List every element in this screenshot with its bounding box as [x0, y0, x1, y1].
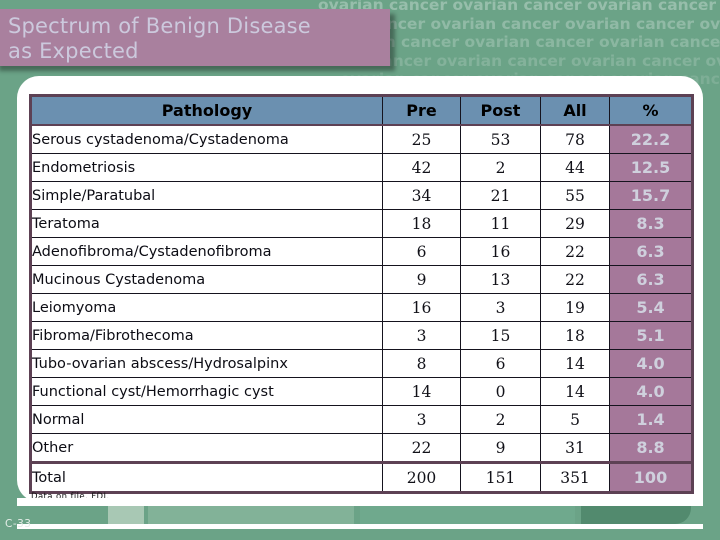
cell-all: 78 [540, 124, 610, 154]
table-row: Total 200 151 351 100 [30, 461, 693, 493]
cell-all: 19 [540, 293, 610, 322]
cell-percent: 22.2 [609, 124, 693, 154]
cell-post: 9 [460, 433, 541, 463]
column-header-pre: Pre [382, 95, 461, 126]
cell-all: 31 [540, 433, 610, 463]
table-row: Simple/Paratubal 34 21 55 15.7 [30, 181, 693, 210]
cell-pre: 3 [382, 405, 461, 434]
table-row: Leiomyoma 16 3 19 5.4 [30, 293, 693, 322]
cell-pathology: Teratoma [30, 209, 383, 238]
panel-bottom-band-lower [17, 524, 703, 529]
cell-percent: 12.5 [609, 153, 693, 182]
table-row: Teratoma 18 11 29 8.3 [30, 209, 693, 238]
slide-title-plate: Spectrum of Benign Disease as Expected [0, 9, 390, 66]
cell-percent: 1.4 [609, 405, 693, 434]
decoration-bar-2 [148, 506, 354, 524]
cell-pre: 8 [382, 349, 461, 378]
decoration-bar-1 [108, 506, 144, 524]
cell-post: 151 [460, 461, 541, 493]
table-row: Tubo-ovarian abscess/Hydrosalpinx 8 6 14 4.0 [30, 349, 693, 378]
cell-all: 22 [540, 265, 610, 294]
table-row: Serous cystadenoma/Cystadenoma 25 53 78 22.2 [30, 124, 693, 154]
cell-post: 6 [460, 349, 541, 378]
cell-pre: 42 [382, 153, 461, 182]
cell-pre: 18 [382, 209, 461, 238]
table-header-row: Pathology Pre Post All % [30, 95, 693, 126]
column-header-percent: % [609, 95, 693, 126]
cell-percent: 4.0 [609, 349, 693, 378]
cell-pathology: Functional cyst/Hemorrhagic cyst [30, 377, 383, 406]
decoration-bar-4 [581, 506, 691, 524]
cell-pathology: Endometriosis [30, 153, 383, 182]
cell-pathology: Leiomyoma [30, 293, 383, 322]
cell-all: 22 [540, 237, 610, 266]
cell-percent: 100 [609, 461, 693, 493]
cell-percent: 6.3 [609, 265, 693, 294]
cell-all: 29 [540, 209, 610, 238]
table-row: Mucinous Cystadenoma 9 13 22 6.3 [30, 265, 693, 294]
cell-pathology: Simple/Paratubal [30, 181, 383, 210]
cell-post: 13 [460, 265, 541, 294]
cell-post: 15 [460, 321, 541, 350]
cell-post: 53 [460, 124, 541, 154]
table-row: Normal 3 2 5 1.4 [30, 405, 693, 434]
cell-percent: 5.4 [609, 293, 693, 322]
slide-canvas: ovarian cancer ovarian cancer ovarian ca… [0, 0, 720, 540]
cell-pre: 9 [382, 265, 461, 294]
cell-pre: 6 [382, 237, 461, 266]
decoration-bar-3 [360, 506, 575, 524]
cell-percent: 8.8 [609, 433, 693, 463]
cell-post: 2 [460, 405, 541, 434]
table-row: Adenofibroma/Cystadenofibroma 6 16 22 6.3 [30, 237, 693, 266]
cell-pathology: Other [30, 433, 383, 463]
pathology-table: Pathology Pre Post All % Serous cystaden… [29, 94, 694, 494]
table-row: Functional cyst/Hemorrhagic cyst 14 0 14 4.0 [30, 377, 693, 406]
cell-all: 55 [540, 181, 610, 210]
column-header-pathology: Pathology [30, 95, 383, 126]
cell-pathology: Normal [30, 405, 383, 434]
column-header-post: Post [460, 95, 541, 126]
cell-pathology: Fibroma/Fibrothecoma [30, 321, 383, 350]
cell-pathology: Serous cystadenoma/Cystadenoma [30, 124, 383, 154]
cell-pre: 16 [382, 293, 461, 322]
cell-post: 21 [460, 181, 541, 210]
cell-percent: 4.0 [609, 377, 693, 406]
cell-all: 5 [540, 405, 610, 434]
cell-pre: 25 [382, 124, 461, 154]
cell-pre: 34 [382, 181, 461, 210]
cell-post: 2 [460, 153, 541, 182]
table-row: Other 22 9 31 8.8 [30, 433, 693, 463]
pathology-table-wrapper: Pathology Pre Post All % Serous cystaden… [29, 94, 694, 494]
cell-percent: 15.7 [609, 181, 693, 210]
cell-percent: 6.3 [609, 237, 693, 266]
cell-post: 0 [460, 377, 541, 406]
cell-all: 351 [540, 461, 610, 493]
table-body: Serous cystadenoma/Cystadenoma 25 53 78 22.2… [30, 124, 693, 493]
slide-number: C-33 [5, 518, 32, 530]
cell-all: 14 [540, 349, 610, 378]
cell-pathology: Total [30, 461, 383, 493]
cell-all: 14 [540, 377, 610, 406]
cell-pre: 3 [382, 321, 461, 350]
cell-post: 16 [460, 237, 541, 266]
page-title-line-2: as Expected [8, 39, 139, 63]
cell-post: 11 [460, 209, 541, 238]
cell-pre: 14 [382, 377, 461, 406]
cell-pre: 200 [382, 461, 461, 493]
cell-pathology: Tubo-ovarian abscess/Hydrosalpinx [30, 349, 383, 378]
panel-bottom-band [17, 498, 703, 506]
cell-pathology: Adenofibroma/Cystadenofibroma [30, 237, 383, 266]
column-header-all: All [540, 95, 610, 126]
table-row: Fibroma/Fibrothecoma 3 15 18 5.1 [30, 321, 693, 350]
cell-all: 18 [540, 321, 610, 350]
cell-pathology: Mucinous Cystadenoma [30, 265, 383, 294]
cell-percent: 5.1 [609, 321, 693, 350]
table-row: Endometriosis 42 2 44 12.5 [30, 153, 693, 182]
cell-all: 44 [540, 153, 610, 182]
page-title-line-1: Spectrum of Benign Disease [8, 14, 311, 38]
cell-pre: 22 [382, 433, 461, 463]
cell-post: 3 [460, 293, 541, 322]
cell-percent: 8.3 [609, 209, 693, 238]
bottom-decoration-bars [0, 506, 720, 524]
